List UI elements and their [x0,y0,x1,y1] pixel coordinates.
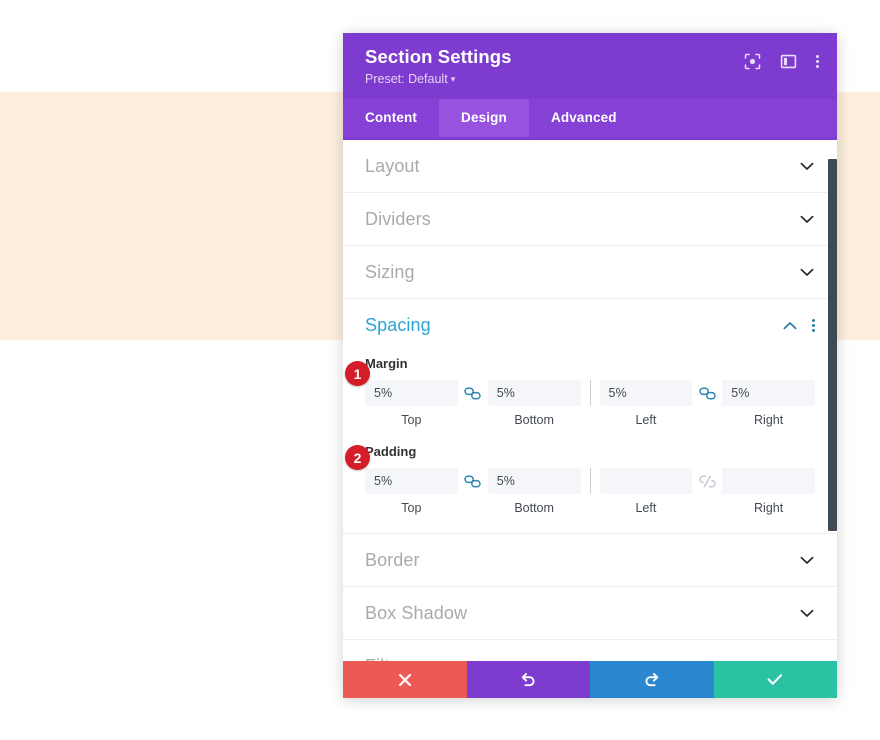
tab-design[interactable]: Design [439,99,529,137]
modal-footer [343,661,837,698]
modal-scrollbar-thumb[interactable] [828,159,837,531]
padding-group-divider [589,468,591,494]
tab-advanced[interactable]: Advanced [529,99,639,137]
padding-left-caption: Left [635,501,657,515]
padding-top-cell: Top [365,468,458,515]
padding-vertical-group: Top Bottom [365,468,581,515]
preset-label: Preset: Default [365,72,448,86]
modal-header-actions [744,53,819,70]
step-badge-2: 2 [345,445,370,470]
section-label: Border [365,549,420,570]
padding-horizontal-group: Left Right [599,468,815,515]
section-row-layout[interactable]: Layout [343,140,837,193]
section-row-border[interactable]: Border [343,534,837,587]
checkmark-icon [767,673,783,686]
padding-left-input[interactable] [599,468,693,494]
margin-left-input[interactable] [599,380,693,406]
layout-panel-icon[interactable] [780,53,797,70]
kebab-dot [816,55,819,58]
margin-right-input[interactable] [722,380,815,406]
padding-bottom-input[interactable] [487,468,581,494]
section-options-kebab-icon[interactable] [812,318,815,332]
chevron-down-icon [799,161,815,171]
margin-horizontal-group: Left Right [599,380,815,427]
section-spacing-header[interactable]: Spacing [343,299,837,351]
modal-tabs: Content Design Advanced [343,99,837,140]
padding-fields-row: Top Bottom [365,468,815,515]
kebab-menu-icon[interactable] [816,53,819,70]
section-label: Spacing [365,314,431,335]
section-label: Filters [365,656,415,662]
padding-top-bottom-link-icon[interactable] [458,468,488,494]
chevron-down-icon [799,608,815,618]
margin-vertical-group: Top Bottom [365,380,581,427]
padding-right-input[interactable] [722,468,815,494]
section-label: Layout [365,155,420,176]
section-row-sizing[interactable]: Sizing [343,246,837,299]
margin-left-caption: Left [635,413,657,427]
section-spacing: Spacing Margin 5% Top 5% Bottom 5% Left … [343,299,837,534]
padding-left-cell: Left [599,468,693,515]
section-label: Dividers [365,208,431,229]
tab-content[interactable]: Content [343,99,439,137]
margin-group-divider [589,380,591,406]
padding-right-cell: Right [722,468,815,515]
focus-icon[interactable] [744,53,761,70]
margin-fields-row: Top Bottom [365,380,815,427]
chevron-down-icon [799,214,815,224]
save-button[interactable] [713,661,837,698]
section-label: Sizing [365,261,415,282]
margin-top-input[interactable] [365,380,458,406]
kebab-dot [816,60,819,63]
kebab-dot [812,323,815,327]
margin-bottom-caption: Bottom [514,413,554,427]
modal-header: Section Settings Preset: Default ▾ [343,33,837,99]
margin-left-cell: Left [599,380,693,427]
section-spacing-tools [782,318,815,332]
padding-left-right-unlink-icon[interactable] [692,468,722,494]
kebab-dot [812,318,815,322]
settings-scroll-area: Layout Dividers Sizing Spacing Margin 5%… [343,140,837,661]
margin-bottom-cell: Bottom [487,380,581,427]
modal-body: Layout Dividers Sizing Spacing Margin 5%… [343,140,837,661]
chevron-down-icon [799,267,815,277]
undo-icon [520,671,537,688]
kebab-dot [812,328,815,332]
padding-bottom-caption: Bottom [514,501,554,515]
close-icon [398,673,412,687]
section-spacing-body: Margin Top [343,356,837,533]
margin-right-cell: Right [722,380,815,427]
padding-bottom-cell: Bottom [487,468,581,515]
section-settings-modal: Section Settings Preset: Default ▾ Conte… [343,33,837,698]
redo-button[interactable] [590,661,714,698]
margin-right-caption: Right [754,413,784,427]
margin-top-cell: Top [365,380,458,427]
chevron-up-icon[interactable] [782,320,798,330]
section-row-dividers[interactable]: Dividers [343,193,837,246]
preset-selector[interactable]: Preset: Default ▾ [365,71,455,88]
step-badge-1: 1 [345,361,370,386]
margin-bottom-input[interactable] [487,380,581,406]
cancel-button[interactable] [343,661,467,698]
margin-top-caption: Top [401,413,422,427]
section-row-filters[interactable]: Filters [343,640,837,661]
undo-button[interactable] [466,661,590,698]
padding-top-input[interactable] [365,468,458,494]
margin-top-bottom-link-icon[interactable] [458,380,488,406]
padding-group-label: Padding [365,444,417,459]
chevron-down-icon: ▾ [450,74,456,84]
padding-top-caption: Top [401,501,422,515]
redo-icon [643,671,660,688]
margin-group-label: Margin [365,356,408,371]
padding-right-caption: Right [754,501,784,515]
margin-left-right-link-icon[interactable] [692,380,722,406]
section-label: Box Shadow [365,602,468,623]
chevron-down-icon [799,555,815,565]
section-row-box-shadow[interactable]: Box Shadow [343,587,837,640]
kebab-dot [816,65,819,68]
